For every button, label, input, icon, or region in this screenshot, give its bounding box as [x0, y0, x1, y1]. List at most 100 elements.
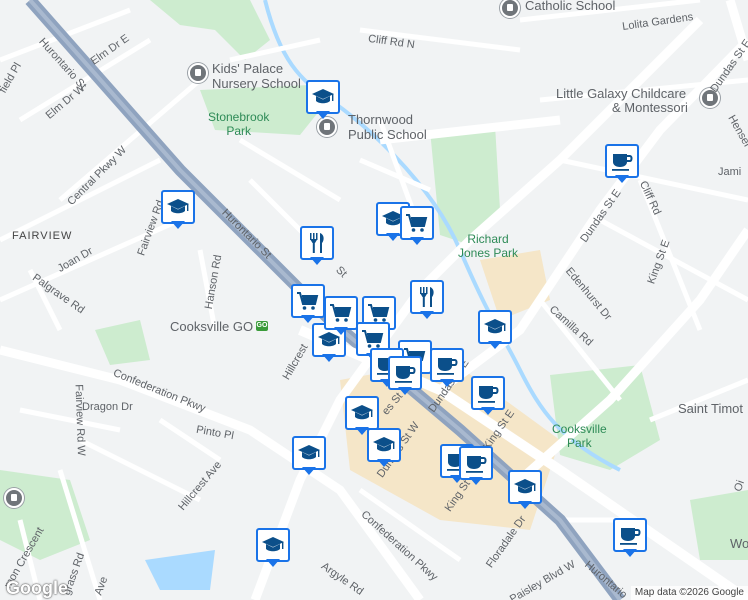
map-marker[interactable]	[291, 284, 325, 324]
map-marker[interactable]	[256, 528, 290, 568]
school-icon	[311, 85, 335, 109]
coffee-cup-icon	[435, 353, 459, 377]
map-marker[interactable]	[410, 280, 444, 320]
school-icon	[483, 315, 507, 339]
marker-tip	[615, 175, 629, 183]
marker-tip	[171, 221, 185, 229]
marker-tip	[316, 111, 330, 119]
marker-frame	[508, 470, 542, 504]
marker-tip	[301, 315, 315, 323]
map-marker[interactable]	[400, 206, 434, 246]
marker-frame	[292, 436, 326, 470]
cooksville-park-label[interactable]: Cooksville Park	[552, 422, 607, 450]
richard-jones-label: Richard	[467, 232, 509, 246]
thornwood-label[interactable]: Thornwood	[348, 112, 413, 127]
map-marker[interactable]	[161, 190, 195, 230]
coffee-cup-icon	[393, 361, 417, 385]
map-marker[interactable]	[471, 376, 505, 416]
catholic-school-label[interactable]: Catholic School	[525, 0, 615, 13]
marker-frame	[410, 280, 444, 314]
richard-jones-label-2: Jones Park	[458, 246, 519, 260]
marker-tip	[518, 501, 532, 509]
west-edge-pin[interactable]	[4, 488, 24, 508]
dragon-label: Dragon Dr	[82, 401, 133, 413]
map-marker[interactable]	[430, 348, 464, 388]
map-marker[interactable]	[300, 226, 334, 266]
cooksville-label: Cooksville	[552, 422, 607, 436]
marker-tip	[266, 559, 280, 567]
map-attribution[interactable]: Map data ©2026 Google	[630, 586, 748, 600]
marker-frame	[324, 296, 358, 330]
coffee-cup-icon	[464, 451, 488, 475]
map-marker[interactable]	[459, 446, 493, 486]
map-marker[interactable]	[388, 356, 422, 396]
marker-tip	[377, 459, 391, 467]
coffee-cup-icon	[476, 381, 500, 405]
marker-tip	[310, 257, 324, 265]
kids-palace-pin[interactable]	[188, 63, 208, 83]
marker-tip	[420, 311, 434, 319]
marker-frame	[430, 348, 464, 382]
marker-tip	[488, 341, 502, 349]
school-icon	[297, 441, 321, 465]
saint-timothy-label[interactable]: Saint Timot	[678, 401, 743, 416]
marker-frame	[306, 80, 340, 114]
marker-frame	[459, 446, 493, 480]
thornwood-pin[interactable]	[317, 117, 337, 137]
marker-tip	[440, 379, 454, 387]
map-canvas[interactable]: GO Catholic School Lolita Gardens Cliff …	[0, 0, 748, 600]
richard-jones-park-label[interactable]: Richard Jones Park	[458, 232, 518, 260]
marker-frame	[613, 518, 647, 552]
kids-palace-label[interactable]: Kids' Palace	[212, 61, 283, 76]
school-icon	[166, 195, 190, 219]
marker-frame	[256, 528, 290, 562]
cooksville-go-label[interactable]: Cooksville GO	[170, 319, 253, 334]
map-marker[interactable]	[367, 428, 401, 468]
little-galaxy-label[interactable]: Little Galaxy Childcare	[556, 86, 686, 101]
map-marker[interactable]	[306, 80, 340, 120]
marker-frame	[345, 396, 379, 430]
marker-tip	[322, 354, 336, 362]
marker-tip	[398, 387, 412, 395]
school-icon	[372, 433, 396, 457]
wo-label: Wo	[730, 536, 748, 551]
google-logo: Google	[6, 578, 68, 598]
thornwood-label-2[interactable]: Public School	[348, 127, 427, 142]
marker-frame	[291, 284, 325, 318]
map-marker[interactable]	[324, 296, 358, 336]
marker-tip	[302, 467, 316, 475]
school-icon	[513, 475, 537, 499]
restaurant-icon	[415, 285, 439, 309]
stonebrook-label-2: Park	[226, 124, 252, 138]
shopping-cart-icon	[405, 211, 429, 235]
stonebrook-park-label[interactable]: Stonebrook Park	[208, 110, 269, 138]
shopping-cart-icon	[329, 301, 353, 325]
school-icon	[261, 533, 285, 557]
coffee-cup-icon	[610, 149, 634, 173]
restaurant-icon	[305, 231, 329, 255]
kids-palace-label-2[interactable]: Nursery School	[212, 76, 301, 91]
marker-tip	[481, 407, 495, 415]
marker-frame	[478, 310, 512, 344]
school-icon	[350, 401, 374, 425]
cooksville-label-2: Park	[567, 436, 592, 450]
marker-frame	[161, 190, 195, 224]
map-marker[interactable]	[605, 144, 639, 184]
marker-tip	[386, 233, 400, 241]
cooksville-go-badge[interactable]: GO	[256, 321, 268, 331]
map-marker[interactable]	[292, 436, 326, 476]
marker-tip	[334, 327, 348, 335]
marker-frame	[400, 206, 434, 240]
shopping-cart-icon	[296, 289, 320, 313]
little-galaxy-label-2[interactable]: & Montessori	[612, 100, 688, 115]
stonebrook-label: Stonebrook	[208, 110, 270, 124]
marker-frame	[300, 226, 334, 260]
marker-tip	[623, 549, 637, 557]
coffee-cup-icon	[618, 523, 642, 547]
fairview-neighbourhood-label: FAIRVIEW	[12, 230, 73, 242]
map-marker[interactable]	[613, 518, 647, 558]
map-marker[interactable]	[478, 310, 512, 350]
fairview-rd-w-label: Fairview Rd W	[72, 384, 88, 456]
marker-frame	[367, 428, 401, 462]
map-marker[interactable]	[508, 470, 542, 510]
